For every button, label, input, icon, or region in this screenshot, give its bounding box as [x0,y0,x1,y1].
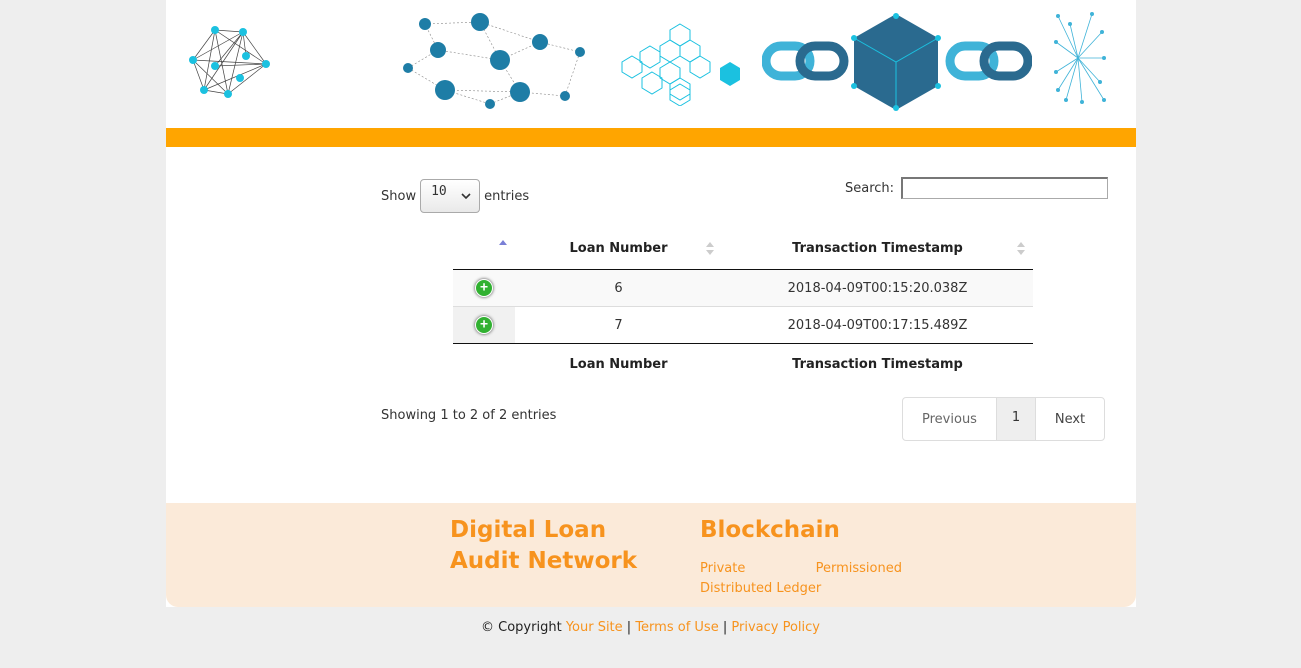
page-1-button[interactable]: 1 [996,398,1036,440]
header-row: Loan Number Transaction Timestamp [453,228,1033,270]
sort-ascending-icon [499,240,507,256]
transaction-timestamp-header[interactable]: Transaction Timestamp [722,228,1033,270]
header-banner [166,0,1136,128]
loan-number-cell: 7 [515,306,722,344]
pagination: Previous 1 Next [902,397,1105,441]
blockchain-chain-icon [762,13,1032,111]
sort-both-icon [1017,242,1025,256]
loan-number-cell: 6 [515,269,722,307]
footer-word-distributed-ledger: Distributed Ledger [700,581,822,596]
loan-number-header[interactable]: Loan Number [515,228,722,270]
control-column-header[interactable] [453,228,515,270]
site-footer: Digital Loan Audit Network Blockchain Pr… [166,503,1136,607]
network-graph-icon [189,26,270,98]
loan-number-footer: Loan Number [515,343,722,384]
expand-plus-icon[interactable]: + [475,279,493,297]
timestamp-cell: 2018-04-09T00:15:20.038Z [722,269,1033,307]
separator: | [722,620,728,635]
footer-blockchain-text: Private Permissioned Distributed Ledger [700,559,902,599]
table-row: + 7 2018-04-09T00:17:15.489Z [453,306,1033,344]
transaction-timestamp-header-label: Transaction Timestamp [792,241,963,256]
entries-per-page-value: 10 [431,183,447,199]
previous-page-button[interactable]: Previous [903,398,996,440]
transaction-timestamp-footer: Transaction Timestamp [722,343,1033,384]
entries-label: entries [484,188,530,204]
separator: | [626,620,632,635]
footer-word-private: Private [700,561,746,576]
your-site-link[interactable]: Your Site [566,620,623,635]
copyright-bar: © Copyright Your Site | Terms of Use | P… [0,620,1301,635]
footer-word-permissioned: Permissioned [815,561,902,576]
footer-blockchain-title: Blockchain [700,517,840,543]
footer-row: Loan Number Transaction Timestamp [453,343,1033,384]
accent-bar [166,128,1136,147]
next-page-button[interactable]: Next [1036,398,1104,440]
block-cubes-icon [621,23,740,106]
lock-network-icon [403,13,585,109]
show-label: Show [381,188,417,204]
sort-both-icon [706,242,714,256]
table-row: + 6 2018-04-09T00:15:20.038Z [453,269,1033,307]
length-menu: Show 10 entries [381,178,529,214]
distributed-tree-icon [1054,12,1106,104]
table-info: Showing 1 to 2 of 2 entries [381,408,557,423]
expand-plus-icon[interactable]: + [475,316,493,334]
expand-cell[interactable]: + [453,306,515,344]
expand-cell[interactable]: + [453,269,515,307]
terms-of-use-link[interactable]: Terms of Use [635,620,718,635]
footer-brand-title: Digital Loan Audit Network [450,517,638,574]
privacy-policy-link[interactable]: Privacy Policy [731,620,820,635]
search-input[interactable] [901,177,1109,199]
copyright-text: © Copyright [481,620,562,635]
loan-number-header-label: Loan Number [569,241,668,256]
entries-per-page-select[interactable]: 10 [420,179,481,213]
control-column-footer [453,343,515,384]
loans-table: Loan Number Transaction Timestamp + 6 20… [453,228,1033,384]
search-label: Search: [845,180,895,196]
chevron-down-icon [461,193,471,199]
timestamp-cell: 2018-04-09T00:17:15.489Z [722,306,1033,344]
search-box: Search: [845,177,1109,199]
